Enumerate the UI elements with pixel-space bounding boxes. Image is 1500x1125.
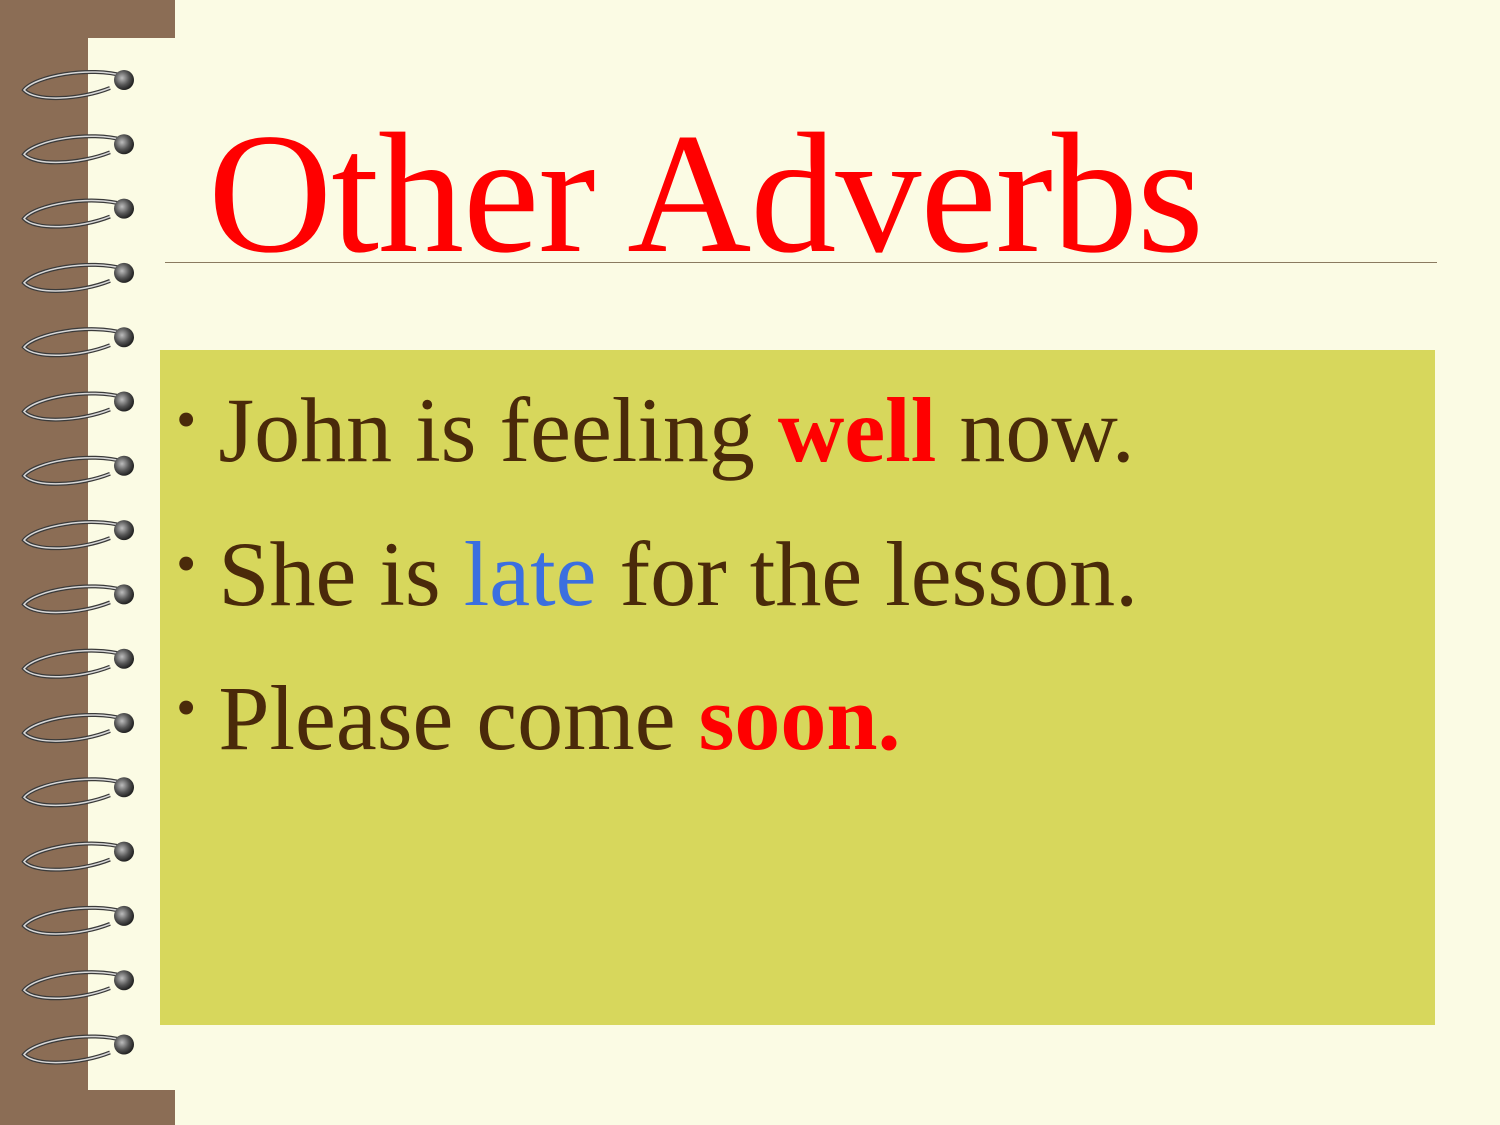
adverb-highlight: well — [777, 379, 937, 481]
spiral-ring — [21, 712, 134, 743]
spiral-ring — [21, 262, 134, 293]
adverb-highlight: late — [463, 523, 597, 625]
spiral-ring — [21, 970, 134, 1001]
content-panel: • John is feeling well now. • She is late … — [160, 350, 1435, 1025]
spiral-ring — [21, 69, 134, 100]
spiral-ring — [21, 327, 134, 358]
bullet-item-late: • She is late for the lesson. — [176, 528, 1138, 620]
spiral-ring — [21, 841, 134, 872]
spiral-ring — [21, 134, 134, 165]
spiral-binding-icon — [21, 69, 134, 1065]
spiral-ring — [21, 584, 134, 615]
bullet-text: John is feeling — [218, 379, 778, 481]
spiral-ring — [21, 455, 134, 486]
bullet-mark: • — [176, 531, 197, 596]
bullet-item-soon: • Please come soon. — [176, 672, 901, 764]
spiral-ring — [21, 905, 134, 936]
bullet-mark: • — [176, 387, 197, 452]
bullet-mark: • — [176, 675, 197, 740]
spiral-ring — [21, 520, 134, 551]
spiral-ring — [21, 198, 134, 229]
spiral-ring — [21, 1034, 134, 1065]
spiral-ring — [21, 648, 134, 679]
spiral-ring — [21, 777, 134, 808]
page-top — [175, 0, 1500, 38]
slide-title: Other Adverbs — [208, 99, 1204, 289]
spiral-ring — [21, 391, 134, 422]
adverb-highlight: soon. — [698, 667, 901, 769]
bullet-text: now. — [936, 379, 1135, 481]
bullet-text: for the lesson. — [596, 523, 1139, 625]
title-divider — [165, 262, 1437, 263]
bullet-item-well: • John is feeling well now. — [176, 384, 1135, 476]
bullet-text: Please come — [218, 667, 699, 769]
bullet-text: She is — [218, 523, 464, 625]
